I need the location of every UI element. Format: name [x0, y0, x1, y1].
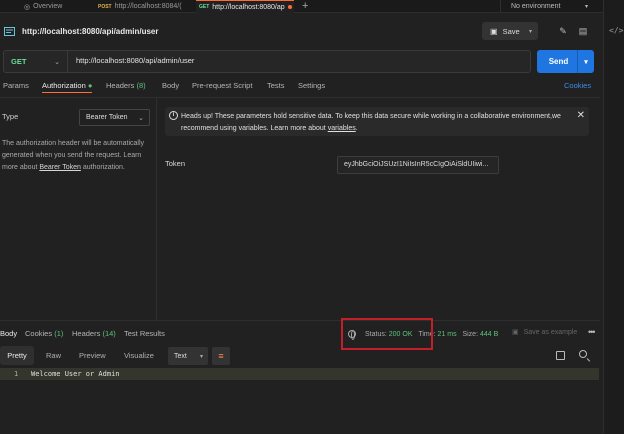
save-button[interactable]: ▣ Save ▾	[482, 22, 538, 40]
resp-tab-test-results[interactable]: Test Results	[124, 329, 165, 338]
environment-select[interactable]: No environment ▾	[500, 0, 594, 13]
line-text[interactable]: Welcome User or Admin	[31, 370, 120, 378]
new-tab-plus-icon[interactable]: +	[302, 0, 308, 12]
tab-authorization[interactable]: Authorization ●	[42, 81, 93, 93]
active-dot-icon: ●	[87, 81, 93, 90]
token-input[interactable]: eyJhbGciOiJSUzI1NiIsInR5cCIgOiAiSldUIiwi…	[337, 156, 499, 174]
unsaved-dot-icon	[287, 5, 292, 9]
tab-settings[interactable]: Settings	[298, 81, 325, 90]
auth-type-label: Type	[2, 112, 19, 121]
request-tabs: Params Authorization ● Headers (8) Body …	[0, 81, 600, 95]
url-bar: GET ⌄ http://localhost:8080/api/admin/us…	[3, 50, 531, 73]
chevron-down-icon[interactable]: ▾	[529, 28, 532, 35]
response-tabs: Body Cookies (1) Headers (14) Test Resul…	[0, 329, 340, 341]
right-sidebar: </>	[603, 0, 624, 434]
environment-label: No environment	[511, 3, 561, 10]
method-value: GET	[11, 57, 27, 66]
method-select[interactable]: GET ⌄	[4, 51, 68, 72]
format-visualize[interactable]: Visualize	[124, 351, 154, 360]
resp-tab-body[interactable]: Body	[0, 329, 17, 338]
tab-method: GET	[199, 4, 210, 10]
info-icon: i	[169, 111, 178, 120]
notice-message: Heads up! These parameters hold sensitiv…	[181, 113, 561, 132]
notice-text: Heads up! These parameters hold sensitiv…	[181, 111, 571, 135]
auth-description: The authorization header will be automat…	[2, 138, 152, 174]
save-example-label: Save as example	[523, 328, 578, 336]
sensitive-data-notice: i Heads up! These parameters hold sensit…	[165, 107, 589, 136]
bearer-token-link[interactable]: Bearer Token	[39, 164, 81, 171]
resp-tab-headers[interactable]: Headers (14)	[72, 329, 116, 338]
tab-label: http://localhost:8084/(	[114, 3, 182, 10]
headers-count: (8)	[136, 81, 146, 90]
tab-bar: ◎ Overview POST http://localhost:8084/( …	[0, 0, 624, 13]
save-as-example-button[interactable]: ▣ Save as example	[512, 328, 578, 337]
chevron-down-icon: ▾	[584, 4, 588, 10]
tab-prerequest-script[interactable]: Pre-request Script	[192, 81, 252, 90]
close-icon[interactable]: ✕	[577, 110, 585, 121]
tab-body[interactable]: Body	[162, 81, 179, 90]
wrap-lines-icon[interactable]: ≡	[212, 347, 230, 365]
time-value[interactable]: 21 ms	[438, 331, 457, 338]
auth-type-panel: Type Bearer Token ⌄ The authorization he…	[0, 98, 157, 320]
tab-label: Overview	[33, 3, 63, 10]
content-type-value: Text	[174, 352, 187, 360]
save-icon: ▣	[512, 329, 519, 336]
request-title: http://localhost:8080/api/admin/user	[22, 27, 159, 36]
response-divider[interactable]	[0, 320, 600, 321]
comments-icon[interactable]: ▤	[576, 24, 590, 38]
cookies-link[interactable]: Cookies	[564, 81, 591, 90]
line-number: 1	[14, 370, 19, 378]
tab-headers[interactable]: Headers (8)	[106, 81, 146, 90]
search-icon[interactable]	[579, 350, 587, 358]
cookies-count: (1)	[54, 329, 64, 338]
tab-label: http://localhost:8080/ap	[212, 3, 285, 11]
tab-label: Cookies	[25, 329, 53, 338]
format-raw[interactable]: Raw	[46, 351, 61, 360]
format-pretty[interactable]: Pretty	[0, 346, 34, 365]
auth-description-end: authorization.	[82, 164, 125, 171]
url-input[interactable]: http://localhost:8080/api/admin/user	[76, 56, 194, 65]
content-type-select[interactable]: Text ▾	[168, 347, 208, 365]
format-preview[interactable]: Preview	[79, 351, 106, 360]
chevron-down-icon: ▾	[199, 353, 203, 360]
tab-label: Headers	[72, 329, 101, 338]
variables-link[interactable]: variables	[328, 125, 356, 132]
http-request-icon	[4, 27, 15, 36]
send-button[interactable]: Send ▾	[537, 50, 594, 73]
tab-tests[interactable]: Tests	[267, 81, 285, 90]
save-icon: ▣	[490, 26, 498, 36]
response-toolbar: Pretty Raw Preview Visualize Text ▾ ≡	[0, 345, 600, 367]
tab-overview[interactable]: ◎ Overview	[24, 0, 94, 13]
response-body-line: 1 Welcome User or Admin	[0, 368, 599, 380]
tab-label: Headers	[106, 81, 135, 90]
tab-post-request[interactable]: POST http://localhost:8084/(	[98, 0, 190, 13]
notice-period: .	[355, 125, 358, 132]
auth-type-select[interactable]: Bearer Token ⌄	[79, 109, 150, 126]
auth-type-value: Bearer Token	[86, 114, 128, 121]
send-label: Send	[548, 57, 569, 66]
copy-icon[interactable]	[556, 351, 565, 360]
token-label: Token	[165, 159, 186, 168]
send-options-chevron-icon[interactable]: ▾	[577, 50, 594, 73]
resp-tab-cookies[interactable]: Cookies (1)	[25, 329, 63, 338]
size-value[interactable]: 444 B	[480, 331, 498, 338]
tab-label: Authorization	[42, 81, 86, 90]
code-snippet-icon[interactable]: </>	[609, 26, 623, 35]
save-label: Save	[502, 26, 520, 36]
chevron-down-icon: ⌄	[138, 114, 144, 122]
tab-params[interactable]: Params	[3, 81, 29, 90]
more-options-icon[interactable]: •••	[588, 327, 596, 337]
tab-method: POST	[98, 3, 112, 10]
overview-icon: ◎	[24, 3, 31, 11]
chevron-down-icon: ⌄	[54, 58, 60, 66]
headers-count: (14)	[102, 329, 116, 338]
tab-get-request[interactable]: GET http://localhost:8080/ap	[196, 0, 294, 13]
edit-pencil-icon[interactable]: ✎	[556, 24, 570, 38]
size-label: Size:	[462, 330, 479, 338]
